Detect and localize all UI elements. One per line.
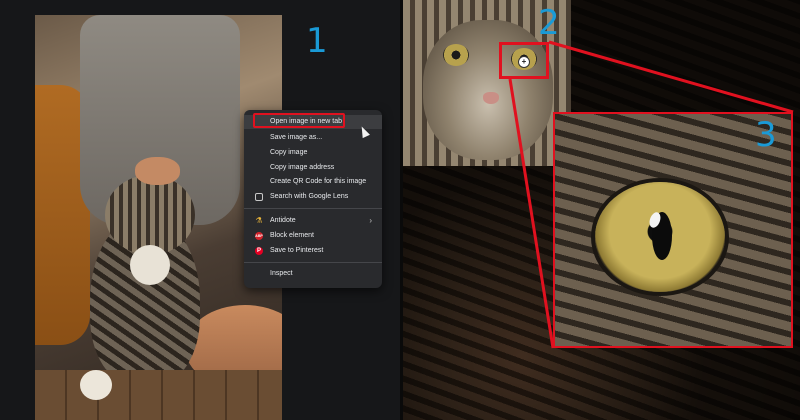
- magnified-cat-eye: [595, 182, 725, 292]
- step-3-label: 3: [755, 115, 777, 155]
- connector-line-top: [548, 40, 794, 114]
- connector-line-bottom: [508, 78, 555, 349]
